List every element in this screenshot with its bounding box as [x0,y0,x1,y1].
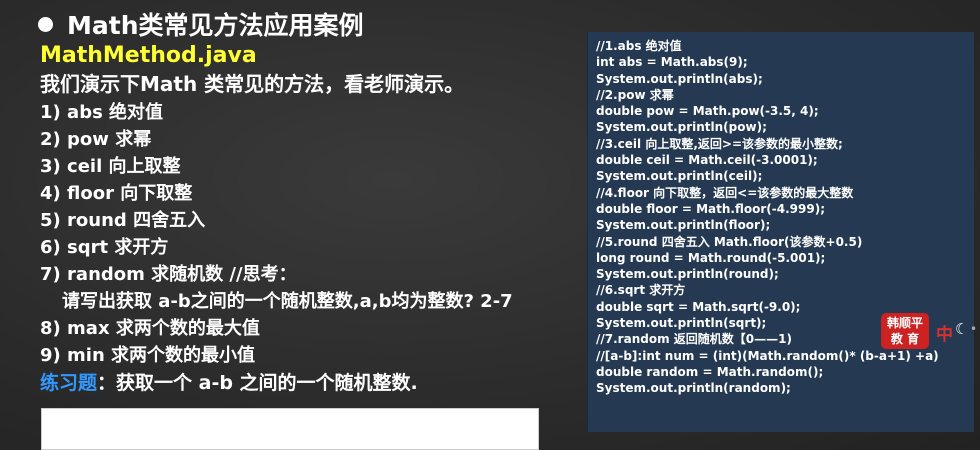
list-item: 4) floor 向下取整 [40,183,193,204]
blank-input-area[interactable] [41,408,539,450]
input-method-zh-icon[interactable]: 中 [936,320,953,345]
code-line: double ceil = Math.ceil(-3.0001); [596,153,818,168]
sub-item-question: 请写出获取 a-b之间的一个随机整数,a,b均为整数? 2-7 [62,291,513,312]
list-item: 6) sqrt 求开方 [40,237,169,258]
slide-content: Math类常见方法应用案例 MathMethod.java 我们演示下Math … [32,6,592,397]
code-line: //[a-b]:int num = (int)(Math.random()* (… [596,348,939,363]
code-panel: //1.abs 绝对值 int abs = Math.abs(9); Syste… [587,32,974,432]
list-item: 3) ceil 向上取整 [40,156,181,177]
slide-title: Math类常见方法应用案例 [67,11,364,40]
exercise-line: 练习题：获取一个 a-b 之间的一个随机整数. [40,369,592,397]
code-line: System.out.println(ceil); [596,169,763,184]
list-item: 9) min 求两个数的最小值 [40,345,256,366]
code-line: System.out.println(pow); [596,120,767,135]
code-line: double random = Math.random(); [596,364,824,379]
more-icon[interactable]: • [970,322,977,336]
code-line: //4.floor 向下取整，返回<=该参数的最大整数 [596,185,854,200]
exercise-text: ：获取一个 a-b 之间的一个随机整数. [97,372,418,394]
brand-logo-badge[interactable]: 韩顺平 教 育 [881,313,929,349]
exercise-label: 练习题 [40,372,98,394]
code-line: //1.abs 绝对值 [596,39,682,53]
title-row: Math类常见方法应用案例 [32,6,592,42]
code-line: double pow = Math.pow(-3.5, 4); [596,104,819,119]
code-line: System.out.println(random); [596,381,791,396]
moon-icon[interactable]: ☾ [955,320,968,338]
code-line: System.out.println(floor); [596,218,771,233]
file-name: MathMethod.java [40,43,257,68]
list-item: 8) max 求两个数的最大值 [40,318,260,339]
code-line: System.out.println(round); [596,267,779,282]
code-line: long round = Math.round(-5.001); [596,250,826,265]
list-item: 2) pow 求幂 [40,129,152,150]
code-line: System.out.println(abs); [596,71,763,86]
badge-line2: 教 育 [890,332,920,346]
badge-line1: 韩顺平 [886,316,923,330]
code-line: double floor = Math.floor(-4.999); [596,201,825,216]
code-line: //6.sqrt 求开方 [596,283,686,298]
list-item: 7) random 求随机数 //思考： [40,264,297,285]
code-line: //3.ceil 向上取整,返回>=该参数的最小整数; [596,136,843,151]
bullet-icon [38,16,53,32]
method-list: 1) abs 绝对值 2) pow 求幂 3) ceil 向上取整 4) flo… [32,99,592,369]
code-line: int abs = Math.abs(9); [596,55,748,70]
code-line: //5.round 四舍五入 Math.floor(该参数+0.5) [596,234,863,249]
code-line: //2.pow 求幂 [596,87,674,102]
list-item: 5) round 四舍五入 [40,210,206,231]
intro-text: 我们演示下Math 类常见的方法，看老师演示。 [40,72,465,96]
list-item: 1) abs 绝对值 [40,102,164,123]
